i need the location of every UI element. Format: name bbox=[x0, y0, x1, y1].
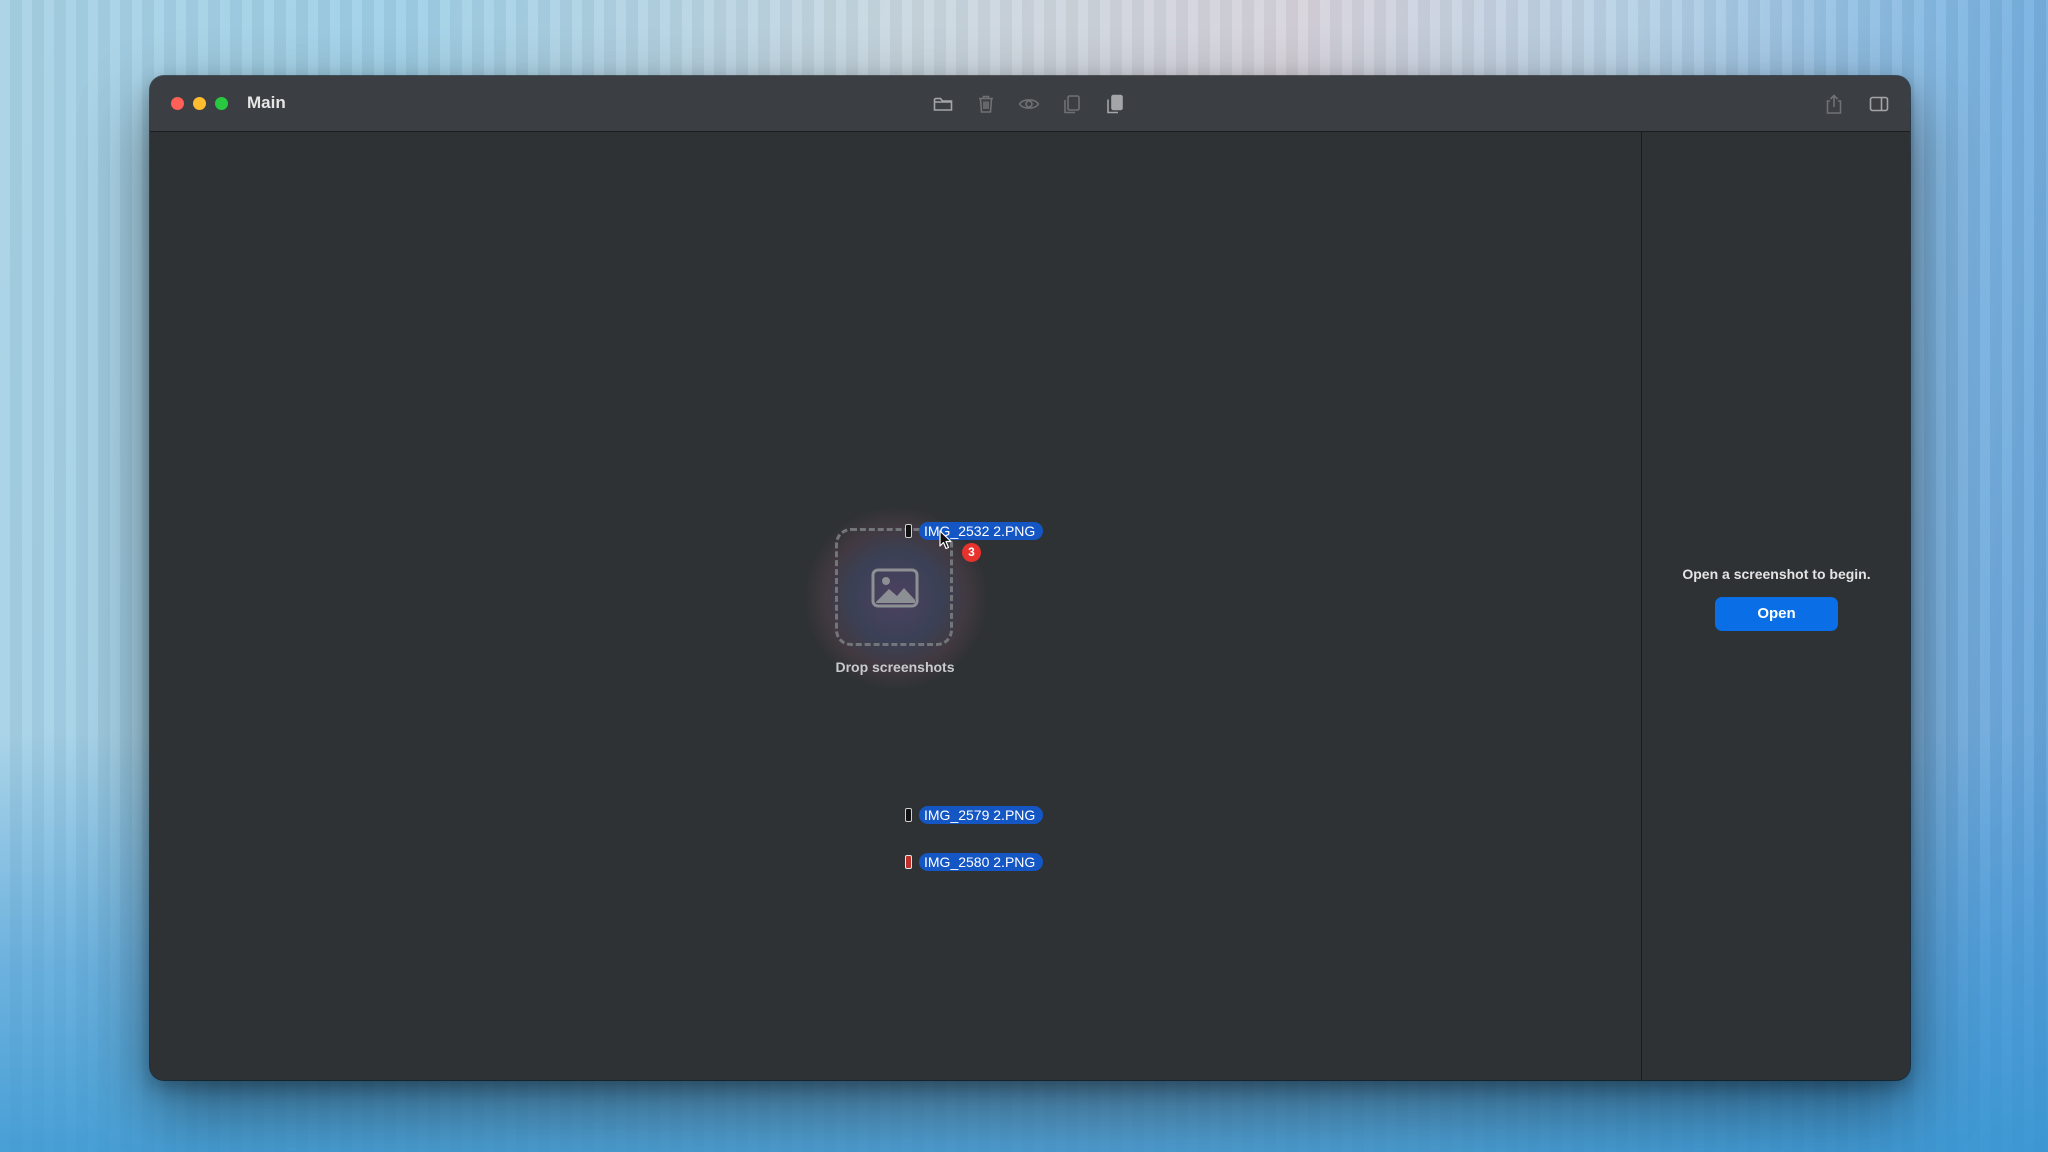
drop-zone-label: Drop screenshots bbox=[835, 659, 955, 675]
mouse-pointer-icon bbox=[939, 530, 952, 550]
title-bar: Main bbox=[150, 76, 1910, 132]
dragged-file-item: IMG_2580 2.PNG bbox=[905, 853, 1044, 871]
trash-icon bbox=[979, 95, 993, 113]
drag-count-badge: 3 bbox=[962, 543, 981, 562]
paste-button[interactable] bbox=[1101, 90, 1129, 118]
open-button[interactable]: Open bbox=[1715, 597, 1838, 631]
phone-thumbnail-icon bbox=[905, 524, 912, 538]
paste-icon bbox=[1107, 94, 1123, 114]
image-icon bbox=[871, 568, 919, 608]
share-button[interactable] bbox=[1820, 90, 1848, 118]
close-window-button[interactable] bbox=[171, 97, 184, 110]
phone-thumbnail-icon bbox=[905, 855, 912, 869]
share-icon bbox=[1826, 94, 1842, 114]
preview-button[interactable] bbox=[1015, 90, 1043, 118]
sidebar-toggle-icon bbox=[1869, 96, 1889, 112]
phone-thumbnail-icon bbox=[905, 808, 912, 822]
delete-button[interactable] bbox=[972, 90, 1000, 118]
window-title: Main bbox=[247, 93, 286, 112]
zoom-window-button[interactable] bbox=[215, 97, 228, 110]
folder-icon bbox=[933, 97, 953, 111]
main-window: Main Open a screenshot to begin. bbox=[150, 76, 1910, 1080]
eye-icon bbox=[1018, 99, 1040, 109]
copy-icon bbox=[1064, 95, 1080, 114]
minimize-window-button[interactable] bbox=[193, 97, 206, 110]
dragged-file-item: IMG_2579 2.PNG bbox=[905, 806, 1044, 824]
file-name: IMG_2532 2.PNG bbox=[919, 522, 1044, 540]
toggle-inspector-button[interactable] bbox=[1865, 90, 1893, 118]
copy-button[interactable] bbox=[1058, 90, 1086, 118]
file-name: IMG_2579 2.PNG bbox=[919, 806, 1044, 824]
empty-state-message: Open a screenshot to begin. bbox=[1682, 566, 1871, 582]
open-folder-button[interactable] bbox=[929, 90, 957, 118]
dragged-file-item: IMG_2532 2.PNG bbox=[905, 522, 1044, 540]
file-name: IMG_2580 2.PNG bbox=[919, 853, 1044, 871]
